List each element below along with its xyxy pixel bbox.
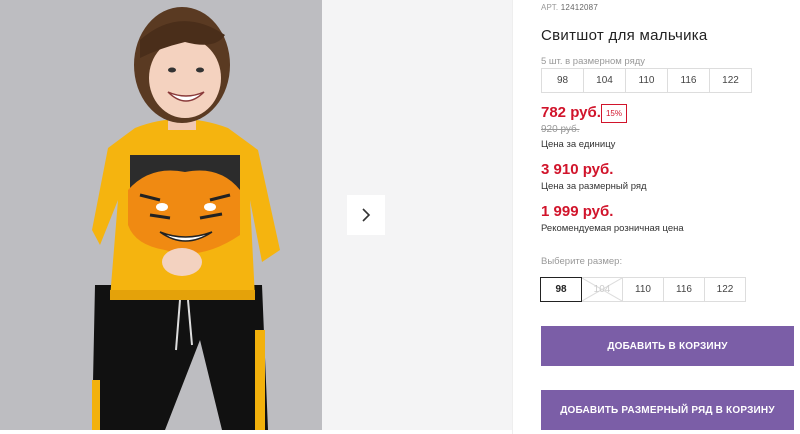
child-sweatshirt-illustration [0, 0, 322, 430]
article-number: АРТ. 12412087 [541, 3, 598, 12]
rrp-price-label: Рекомендуемая розничная цена [541, 223, 684, 234]
add-to-cart-button[interactable]: ДОБАВИТЬ В КОРЗИНУ [541, 326, 794, 366]
size-option-98[interactable]: 98 [540, 277, 582, 302]
pack-size: 116 [668, 69, 710, 92]
size-selector-label: Выберите размер: [541, 256, 623, 267]
row-price-label: Цена за размерный ряд [541, 181, 647, 192]
chevron-right-icon [362, 208, 371, 222]
pack-size-list: 98 104 110 116 122 [541, 68, 752, 93]
pack-size: 98 [542, 69, 584, 92]
size-selector: 98 104 110 116 122 [540, 277, 746, 302]
size-option-116[interactable]: 116 [663, 277, 705, 302]
article-label: АРТ. [541, 3, 559, 12]
row-price: 3 910 руб. [541, 161, 614, 178]
gallery-next-button[interactable] [347, 195, 385, 235]
unit-price: 782 руб. [541, 104, 601, 121]
article-code: 12412087 [560, 3, 598, 12]
pack-size: 104 [584, 69, 626, 92]
column-divider [512, 0, 513, 434]
size-option-104[interactable]: 104 [581, 277, 623, 302]
product-photo [0, 0, 322, 430]
old-price: 920 руб. [541, 124, 580, 135]
pack-size: 122 [722, 75, 739, 86]
pack-size: 110 [626, 69, 668, 92]
product-title: Свитшот для мальчика [541, 27, 708, 44]
add-size-row-to-cart-button[interactable]: ДОБАВИТЬ РАЗМЕРНЫЙ РЯД В КОРЗИНУ [541, 390, 794, 430]
size-option-122[interactable]: 122 [704, 277, 746, 302]
size-option-110[interactable]: 110 [622, 277, 664, 302]
discount-badge: 15% [601, 104, 627, 123]
rrp-price: 1 999 руб. [541, 203, 614, 220]
pack-note: 5 шт. в размерном ряду [541, 56, 646, 67]
size-option-label: 104 [593, 284, 611, 295]
unit-price-label: Цена за единицу [541, 139, 616, 150]
